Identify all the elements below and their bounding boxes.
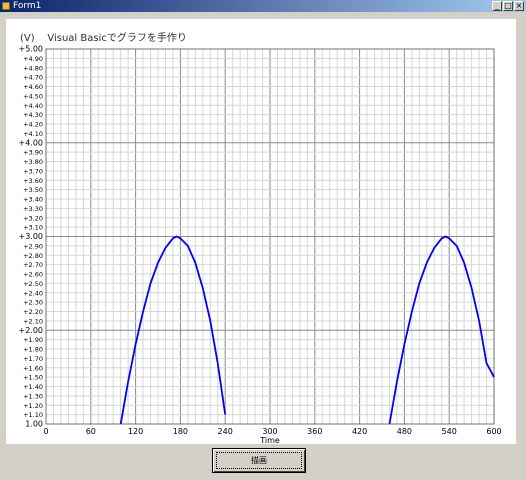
y-tick-label: +3.70 <box>23 167 43 175</box>
x-tick-label: 240 <box>218 427 233 436</box>
y-tick-label: +1.90 <box>23 336 43 344</box>
y-tick-label: +1.40 <box>23 383 43 391</box>
y-tick-label: +3.80 <box>23 158 43 166</box>
y-tick-label: +2.30 <box>23 299 43 307</box>
x-tick-label: 120 <box>128 427 143 436</box>
y-tick-label: +2.10 <box>23 317 43 325</box>
y-tick-label: +4.30 <box>23 111 43 119</box>
y-tick-label: +1.10 <box>23 411 43 419</box>
y-tick-label: +4.60 <box>23 83 43 91</box>
y-tick-label: +3.40 <box>23 196 43 204</box>
x-tick-label: 360 <box>307 427 322 436</box>
y-tick-label: +4.20 <box>23 121 43 129</box>
y-tick-label: +3.60 <box>23 177 43 185</box>
y-tick-label: +3.30 <box>23 205 43 213</box>
chart-panel: (V) Visual Basicでグラフを手作り 1.00 +1.10 +1.20 +… <box>6 19 516 444</box>
x-tick-label: 60 <box>86 427 96 436</box>
y-tick-label: +1.20 <box>23 402 43 410</box>
y-tick-label: +3.00 <box>18 232 43 241</box>
y-tick-label: +2.60 <box>23 271 43 279</box>
y-tick-label: +2.80 <box>23 252 43 260</box>
y-tick-label: +1.50 <box>23 374 43 382</box>
y-tick-label: +1.60 <box>23 364 43 372</box>
x-tick-label: 600 <box>486 427 501 436</box>
y-tick-label: +1.30 <box>23 392 43 400</box>
y-tick-label: +4.90 <box>23 55 43 63</box>
y-tick-label: +4.10 <box>23 130 43 138</box>
x-tick-label: 180 <box>173 427 188 436</box>
y-tick-label: +4.40 <box>23 102 43 110</box>
y-tick-label: +2.90 <box>23 242 43 250</box>
y-tick-label: +1.80 <box>23 346 43 354</box>
minimize-button[interactable]: _ <box>492 1 502 11</box>
y-tick-label: +4.80 <box>23 64 43 72</box>
y-tick-label: +4.70 <box>23 74 43 82</box>
y-tick-label: +3.20 <box>23 214 43 222</box>
y-tick-label: +2.50 <box>23 280 43 288</box>
y-tick-label: +5.00 <box>18 45 43 54</box>
y-tick-label: +3.10 <box>23 224 43 232</box>
close-button[interactable]: × <box>514 1 524 11</box>
y-tick-label: +4.50 <box>23 92 43 100</box>
y-tick-label: +3.50 <box>23 186 43 194</box>
x-tick-label: 420 <box>352 427 367 436</box>
draw-button[interactable]: 描画 <box>212 448 306 473</box>
window-title: Form1 <box>13 1 42 11</box>
voltage-chart: 1.00+1.10+1.20+1.30+1.40+1.50+1.60+1.70+… <box>18 45 501 445</box>
y-tick-label: +3.90 <box>23 149 43 157</box>
x-tick-label: 0 <box>43 427 48 436</box>
y-tick-label: +2.00 <box>18 326 43 335</box>
focus-rectangle <box>216 452 302 469</box>
y-tick-label: +1.70 <box>23 355 43 363</box>
app-icon <box>2 2 10 10</box>
x-tick-label: 300 <box>262 427 277 436</box>
y-tick-label: +4.00 <box>18 138 43 147</box>
maximize-button[interactable]: □ <box>503 1 513 11</box>
y-tick-label: +2.20 <box>23 308 43 316</box>
y-tick-label: +2.70 <box>23 261 43 269</box>
x-axis-label: Time <box>259 436 280 444</box>
title-bar: Form1 _ □ × <box>0 0 526 12</box>
x-tick-label: 540 <box>442 427 457 436</box>
y-tick-label: +2.40 <box>23 289 43 297</box>
x-tick-label: 480 <box>397 427 412 436</box>
y-tick-label: 1.00 <box>25 420 43 429</box>
